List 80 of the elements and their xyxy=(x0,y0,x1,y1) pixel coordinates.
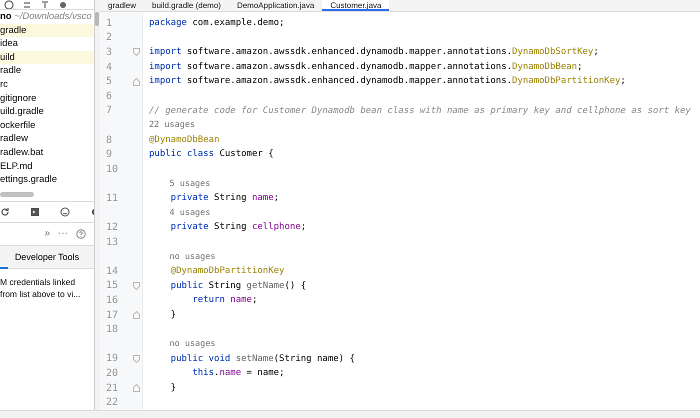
code-line: private String cellphone; xyxy=(170,221,308,234)
line-number: 10 xyxy=(106,164,118,175)
code-line: this.name = name; xyxy=(191,367,286,380)
line-number: 4 xyxy=(106,62,112,73)
editor-tab[interactable]: gradlew xyxy=(100,0,144,11)
usage-hint[interactable]: no usages xyxy=(149,337,700,352)
usage-hint[interactable]: 22 usages xyxy=(149,118,700,133)
developer-tools-tab[interactable]: Developer Tools xyxy=(0,244,94,269)
message-text: from list above to vi... xyxy=(0,288,82,299)
tree-item[interactable]: gradle xyxy=(0,24,94,38)
editor-tab[interactable]: build.gradle (demo) xyxy=(144,0,229,11)
help-icon[interactable] xyxy=(76,228,86,239)
line-number: 17 xyxy=(106,310,118,321)
line-number: 8 xyxy=(106,134,112,146)
tree-item[interactable]: ettings.gradle xyxy=(0,173,94,187)
tree-item[interactable]: gitignore xyxy=(0,92,94,106)
line-number: 11 xyxy=(106,192,118,204)
refresh-icon[interactable] xyxy=(0,206,10,217)
fold-icon[interactable] xyxy=(133,311,140,320)
editor-tab[interactable]: Customer.java xyxy=(322,0,390,11)
editor-tab[interactable]: DemoApplication.java xyxy=(228,0,322,11)
tree-item[interactable]: radlew.bat xyxy=(0,146,94,160)
line-number: 15 xyxy=(106,280,118,292)
code-line: } xyxy=(170,382,178,395)
code-line: } xyxy=(170,308,178,322)
tree-item[interactable]: radle xyxy=(0,64,94,78)
project-root[interactable]: no ~/Downloads/vsco xyxy=(0,10,94,24)
line-number: 3 xyxy=(106,46,112,58)
code-line: public class Customer { xyxy=(149,148,275,162)
project-path: ~/Downloads/vsco xyxy=(14,11,92,22)
tree-item[interactable]: uild.gradle xyxy=(0,105,94,119)
smiley-icon[interactable] xyxy=(60,206,70,217)
code-line: @DynamoDbBean xyxy=(149,134,220,147)
line-number: 7 xyxy=(106,105,112,116)
expand-icon[interactable] xyxy=(40,0,50,9)
code-line: // generate code for Customer Dynamodb bean class with name as primary key and cellphone as sort key xyxy=(149,104,692,118)
overflow-button[interactable]: » xyxy=(44,228,50,240)
terminal-icon[interactable] xyxy=(30,206,40,217)
code-line: public void setName(String name) { xyxy=(170,352,356,366)
message-text: M credentials linked xyxy=(0,276,76,287)
fold-icon[interactable] xyxy=(133,48,140,56)
more-button[interactable]: ··· xyxy=(58,228,68,240)
code-line: return name; xyxy=(191,294,258,308)
code-line: package com.example.demo; xyxy=(149,17,286,30)
collapse-icon[interactable] xyxy=(22,0,32,9)
code-line: public String getName() { xyxy=(170,280,308,293)
line-number: 6 xyxy=(106,90,112,102)
tree-item[interactable]: rc xyxy=(0,78,94,92)
code-line: import software.amazon.awssdk.enhanced.dynamodb.mapper.annotations.DynamoDbBean; xyxy=(149,60,584,74)
line-number: 19 xyxy=(106,353,118,364)
fold-icon[interactable] xyxy=(133,282,140,290)
vertical-scrollbar[interactable] xyxy=(95,0,100,410)
line-number: 2 xyxy=(106,32,112,44)
fold-icon[interactable] xyxy=(133,354,140,363)
line-number: 21 xyxy=(106,382,118,394)
line-number: 13 xyxy=(106,236,118,248)
line-number: 14 xyxy=(106,266,118,277)
target-icon[interactable] xyxy=(4,0,14,9)
tree-item[interactable]: ockerfile xyxy=(0,118,94,132)
line-number: 22 xyxy=(106,397,118,408)
line-number: 1 xyxy=(106,18,112,29)
fold-icon[interactable] xyxy=(133,384,140,392)
code-line: @DynamoDbPartitionKey xyxy=(170,265,286,278)
fold-icon[interactable] xyxy=(133,78,140,86)
line-number: 18 xyxy=(106,324,118,336)
code-line: private String name; xyxy=(170,192,280,206)
usage-hint[interactable]: no usages xyxy=(149,250,700,264)
tree-item[interactable]: idea xyxy=(0,37,94,51)
code-line: import software.amazon.awssdk.enhanced.dynamodb.mapper.annotations.DynamoDbSortKey; xyxy=(149,46,600,60)
line-number: 5 xyxy=(106,76,112,88)
line-number: 16 xyxy=(106,295,118,306)
tree-item[interactable]: ELP.md xyxy=(0,160,94,174)
line-number: 9 xyxy=(106,149,112,160)
usage-hint[interactable]: 4 usages xyxy=(149,206,700,220)
tree-item[interactable]: radlew xyxy=(0,132,94,146)
line-number: 20 xyxy=(106,368,118,380)
code-line: import software.amazon.awssdk.enhanced.dynamodb.mapper.annotations.DynamoDbPartitionKey; xyxy=(149,75,627,88)
tree-item[interactable]: uild xyxy=(0,50,94,64)
line-number: 12 xyxy=(106,222,118,234)
usage-hint[interactable]: 5 usages xyxy=(149,176,700,192)
